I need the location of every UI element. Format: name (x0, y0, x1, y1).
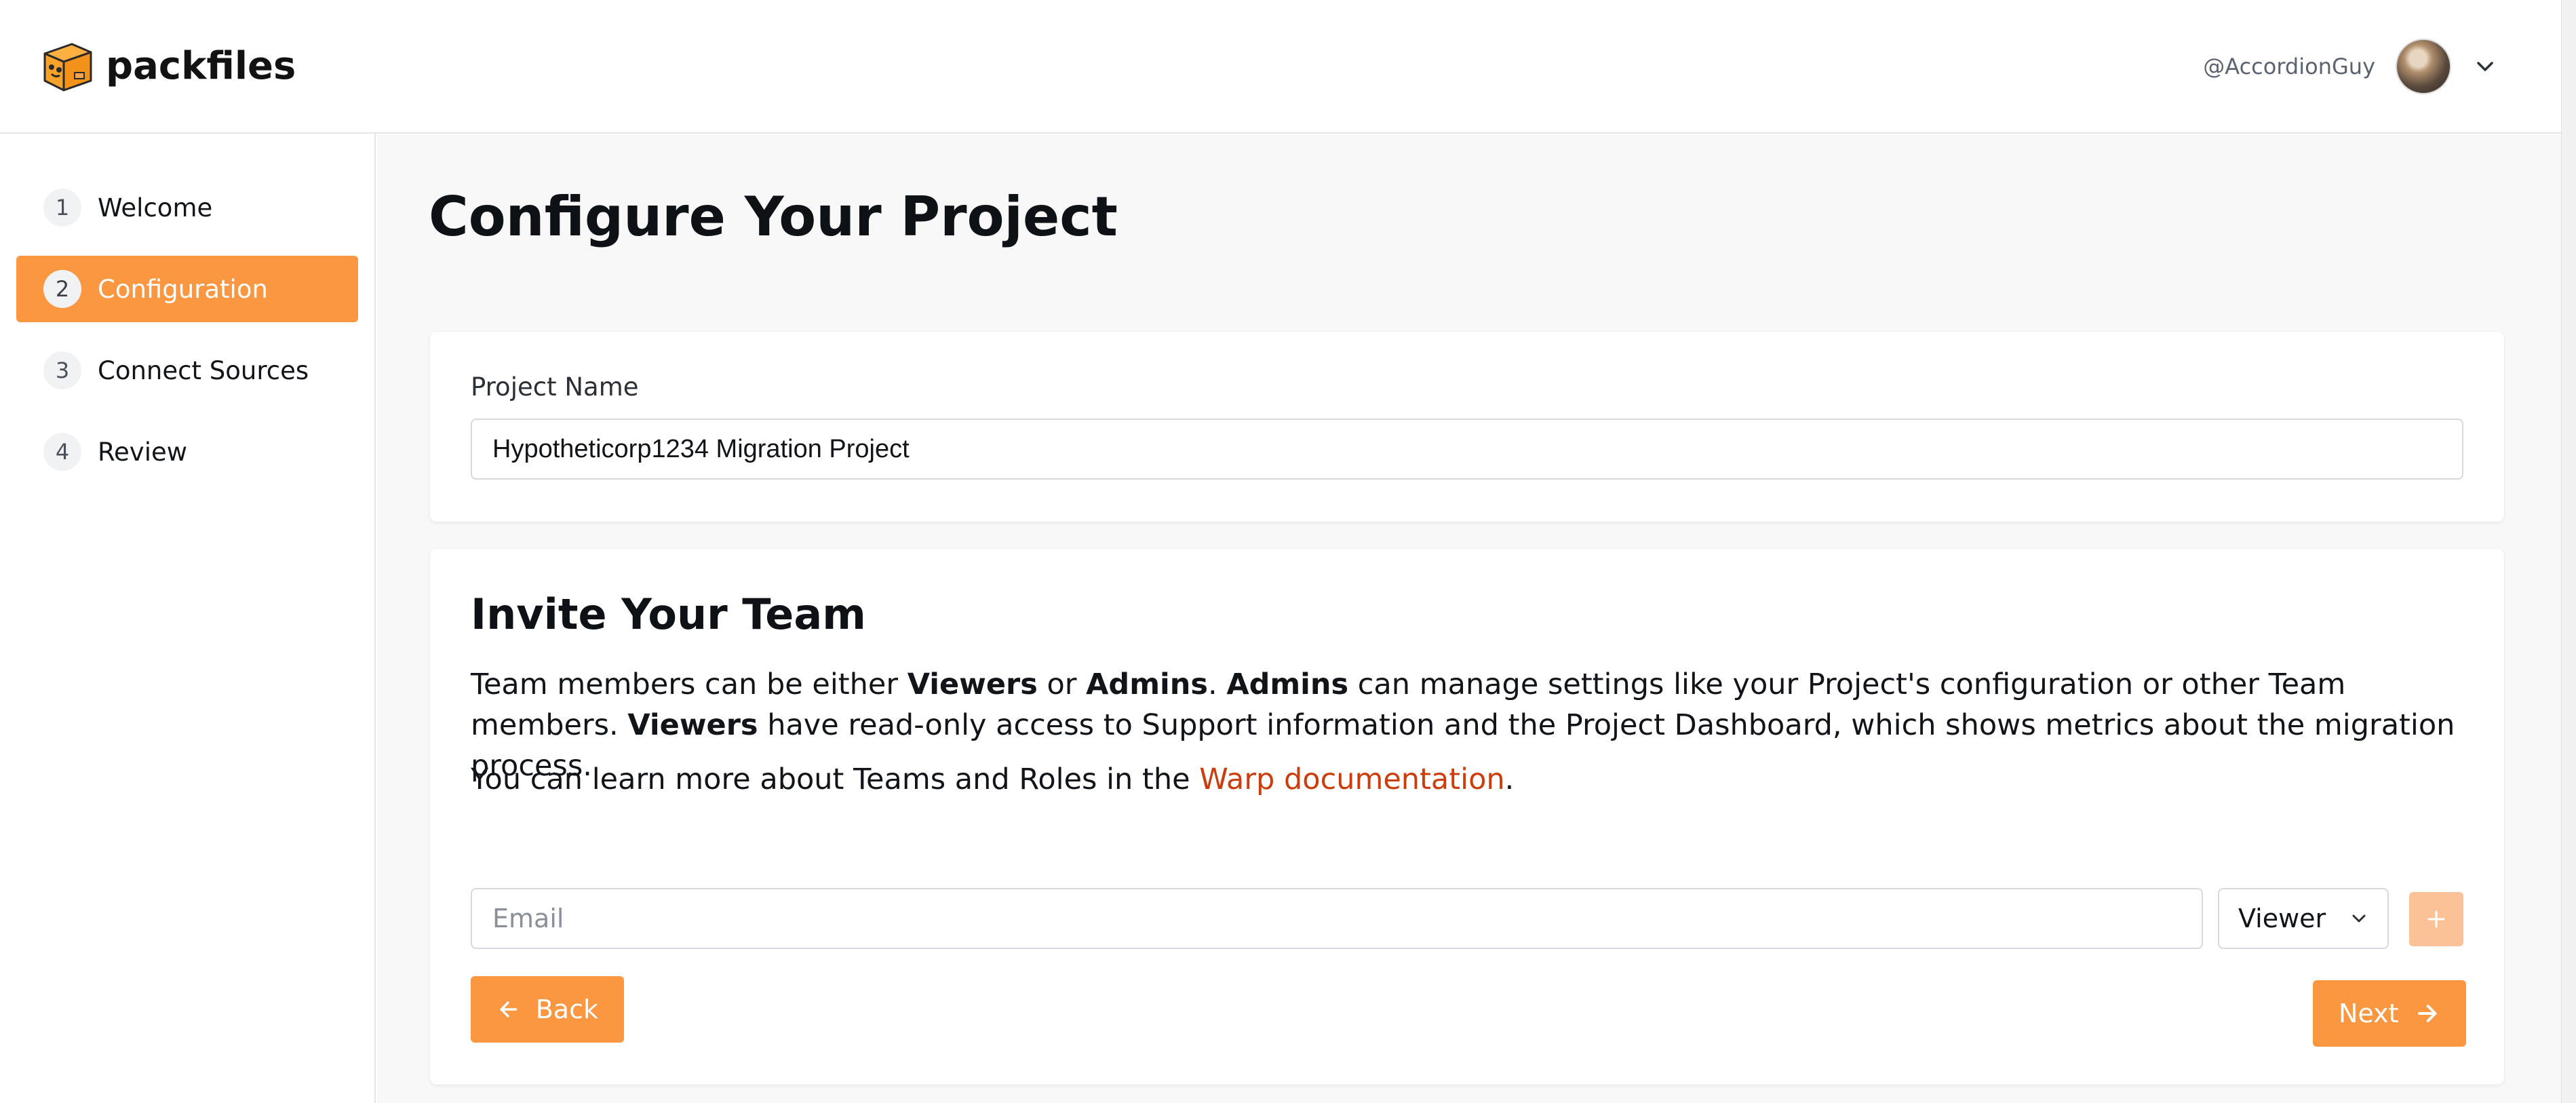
viewers-term: Viewers (907, 667, 1038, 701)
app: packfiles @AccordionGuy 1 Welcome 2 Conf… (0, 0, 2576, 1103)
arrow-right-icon (2417, 1005, 2437, 1022)
chevron-down-icon[interactable] (2472, 53, 2499, 80)
step-label: Welcome (98, 193, 213, 222)
arrow-left-icon (500, 1001, 518, 1018)
learn-prefix: You can learn more about Teams and Roles… (471, 762, 1200, 796)
step-label: Configuration (98, 274, 268, 304)
avatar[interactable] (2396, 38, 2451, 94)
next-button[interactable]: Next (2313, 980, 2466, 1047)
learn-more-text: You can learn more about Teams and Roles… (471, 759, 1514, 800)
learn-suffix: . (1504, 762, 1515, 796)
brand-name: packfiles (106, 44, 296, 88)
invite-team-title: Invite Your Team (471, 589, 866, 639)
sidebar-step-welcome[interactable]: 1 Welcome (16, 174, 358, 241)
step-label: Connect Sources (98, 355, 309, 385)
step-number: 2 (43, 270, 81, 308)
role-selected: Viewer (2238, 904, 2326, 933)
step-label: Review (98, 437, 188, 467)
back-button[interactable]: Back (471, 976, 624, 1043)
email-input[interactable]: Email (471, 888, 2203, 949)
desc-text: . (1207, 667, 1217, 701)
role-select[interactable]: Viewer (2218, 888, 2389, 949)
email-placeholder: Email (492, 904, 564, 933)
invite-team-card: Invite Your Team Team members can be eit… (430, 549, 2504, 1085)
brand[interactable]: packfiles (38, 37, 296, 96)
window-scrollbar[interactable] (2561, 0, 2576, 1103)
sidebar-step-configuration[interactable]: 2 Configuration (16, 256, 358, 322)
back-label: Back (535, 994, 598, 1024)
chevron-down-icon (2352, 914, 2366, 923)
project-name-card: Project Name Hypotheticorp1234 Migration… (430, 332, 2504, 522)
step-sidebar: 1 Welcome 2 Configuration 3 Connect Sour… (0, 134, 376, 1103)
viewers-term: Viewers (627, 708, 758, 742)
sidebar-step-review[interactable]: 4 Review (16, 419, 358, 485)
desc-text: or (1037, 667, 1087, 701)
project-name-value: Hypotheticorp1234 Migration Project (492, 434, 910, 463)
top-header: packfiles @AccordionGuy (0, 0, 2561, 134)
username: @AccordionGuy (2203, 53, 2375, 79)
add-member-button[interactable] (2409, 892, 2463, 946)
desc-text: Team members can be either (471, 667, 908, 701)
step-number: 1 (43, 189, 81, 227)
sidebar-step-connect-sources[interactable]: 3 Connect Sources (16, 337, 358, 404)
page-title: Configure Your Project (429, 185, 1118, 248)
plus-icon (2427, 910, 2445, 928)
next-label: Next (2339, 999, 2399, 1028)
admins-term: Admins (1086, 667, 1208, 701)
main-content: Configure Your Project Project Name Hypo… (377, 135, 2561, 1103)
project-name-label: Project Name (471, 372, 639, 402)
box-mascot-icon (43, 43, 92, 91)
step-number: 3 (43, 351, 81, 389)
step-number: 4 (43, 433, 81, 471)
admins-term: Admins (1226, 667, 1349, 701)
user-menu[interactable]: @AccordionGuy (2203, 38, 2499, 94)
warp-documentation-link[interactable]: Warp documentation (1199, 762, 1504, 796)
project-name-input[interactable]: Hypotheticorp1234 Migration Project (471, 419, 2463, 480)
